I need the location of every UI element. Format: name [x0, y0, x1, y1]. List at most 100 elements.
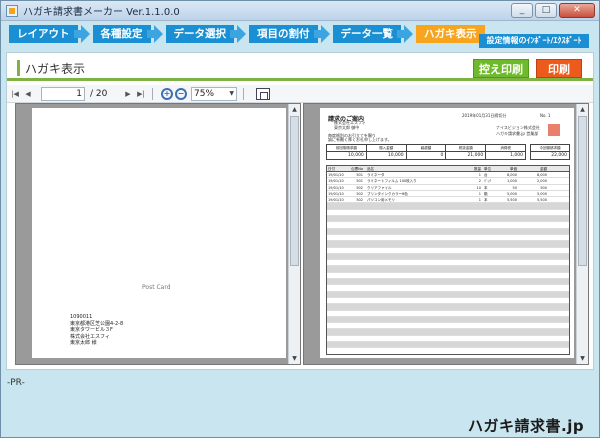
cell-price: 5,000: [506, 191, 517, 196]
step-data-list[interactable]: データ一覧: [332, 25, 401, 43]
cell-unit: [483, 229, 495, 234]
step-field-mapping[interactable]: 項目の割付: [249, 25, 318, 43]
cell-qty: [463, 336, 483, 341]
close-button[interactable]: ✕: [559, 3, 595, 18]
cell-qty: [463, 222, 483, 227]
cell-item: [365, 342, 463, 347]
zoom-out-icon[interactable]: −: [175, 87, 187, 100]
cell-unit: [483, 203, 495, 208]
step-settings[interactable]: 各種設定: [92, 25, 151, 43]
invoice-preview-pane[interactable]: 請求のご案内 株式会社エスフィ 東京太郎 御中 毎度格別のお引立てを賜り 誠に有…: [303, 103, 589, 365]
maximize-button[interactable]: □: [535, 3, 557, 18]
copy-print-button[interactable]: 控え印刷: [473, 59, 529, 78]
postcard-address-page: Post Card 1090011 東京都港区芝公園4-2-8 東京タワービル３…: [32, 108, 286, 358]
step-layout[interactable]: レイアウト: [9, 25, 78, 43]
cell-date: [327, 216, 347, 221]
scroll-thumb[interactable]: [578, 116, 587, 266]
page-layout-icon[interactable]: [256, 87, 270, 100]
last-page-icon[interactable]: ▶|: [136, 89, 146, 99]
zoom-select[interactable]: 75%: [191, 86, 237, 101]
cell-price: [495, 292, 519, 297]
table-body: 19/01/10 501 ラミネータ 1 台 8,000 8,000 19/01/10 501 ラ…: [327, 172, 569, 349]
cell-slip: [347, 248, 365, 253]
cell-item: クリアファイル: [367, 185, 392, 190]
cell-unit: 箱: [484, 191, 488, 196]
cell-qty: [463, 266, 483, 271]
settings-import-export-button[interactable]: 設定情報のｲﾝﾎﾟｰﾄ/ｴｸｽﾎﾟｰﾄ: [479, 34, 589, 48]
cell-date: [327, 266, 347, 271]
cell-item: [365, 229, 463, 234]
scroll-down-icon[interactable]: ▼: [578, 354, 587, 363]
cell-slip: [347, 235, 365, 240]
cell-slip: [347, 311, 365, 316]
cell-date: [327, 235, 347, 240]
page-number-input[interactable]: 1: [41, 86, 85, 101]
cell-item: プリンタインクカラー6色: [367, 191, 408, 196]
cell-date: [327, 222, 347, 227]
cell-price: [495, 203, 519, 208]
cell-item: [365, 260, 463, 265]
cell-price: 5,500: [506, 198, 517, 203]
vertical-scrollbar[interactable]: ▲ ▼: [576, 104, 588, 364]
cell-unit: [483, 248, 495, 253]
cell-date: [327, 311, 347, 316]
step-postcard-view[interactable]: ハガキ表示: [416, 25, 485, 43]
cell-slip: [347, 304, 365, 309]
scroll-up-icon[interactable]: ▲: [578, 105, 587, 114]
sender-company: ナイスビジョン株式会社: [496, 125, 540, 130]
cell-slip: 502: [356, 191, 363, 196]
scroll-down-icon[interactable]: ▼: [290, 354, 299, 363]
cell-amount: [519, 210, 549, 215]
cell-item: [365, 298, 463, 303]
cell-slip: 502: [356, 185, 363, 190]
cell-unit: [483, 323, 495, 328]
scroll-up-icon[interactable]: ▲: [290, 105, 299, 114]
cell-date: [327, 323, 347, 328]
cell-price: [495, 273, 519, 278]
app-icon: [6, 4, 18, 17]
cell-qty: [463, 254, 483, 259]
scroll-thumb[interactable]: [290, 116, 299, 266]
cell-amount: [519, 342, 549, 347]
company-seal: [548, 124, 560, 136]
cell-price: [495, 304, 519, 309]
cell-date: [327, 273, 347, 278]
cell-price: 50: [512, 185, 517, 190]
arrow-icon: [146, 25, 163, 43]
cell-qty: [463, 285, 483, 290]
cell-price: [495, 266, 519, 271]
cell-qty: [463, 260, 483, 265]
step-data-select[interactable]: データ選択: [165, 25, 234, 43]
cell-qty: [463, 279, 483, 284]
cell-item: [365, 248, 463, 253]
cell-date: [327, 241, 347, 246]
summary-value: 10,000: [348, 153, 364, 158]
cell-slip: [347, 342, 365, 347]
cell-price: 8,000: [506, 173, 517, 177]
first-page-icon[interactable]: |◀: [10, 89, 20, 99]
cell-unit: [483, 342, 495, 347]
cell-unit: [483, 210, 495, 215]
zoom-in-icon[interactable]: +: [161, 87, 173, 100]
prev-page-icon[interactable]: ◀: [23, 89, 33, 99]
cell-slip: [347, 336, 365, 341]
col-date: 日付: [328, 167, 335, 171]
minimize-button[interactable]: _: [511, 3, 533, 18]
cell-qty: [463, 216, 483, 221]
summary-header: 税抜金額: [446, 145, 486, 152]
address-preview-pane[interactable]: Post Card 1090011 東京都港区芝公園4-2-8 東京タワービル３…: [15, 103, 301, 365]
cell-amount: 8,000: [536, 173, 547, 177]
summary-header: 今回御請求額: [531, 145, 569, 152]
cell-slip: [347, 260, 365, 265]
cell-slip: [347, 279, 365, 284]
vertical-scrollbar[interactable]: ▲ ▼: [288, 104, 300, 364]
cell-date: [327, 304, 347, 309]
arrow-icon: [397, 25, 413, 43]
postcard-label: Post Card: [142, 284, 171, 291]
print-button[interactable]: 印刷: [536, 59, 582, 78]
cell-qty: [463, 304, 483, 309]
summary-value: 22,000: [551, 153, 567, 158]
next-page-icon[interactable]: ▶: [123, 89, 133, 99]
cell-item: [365, 266, 463, 271]
cell-amount: [519, 222, 549, 227]
